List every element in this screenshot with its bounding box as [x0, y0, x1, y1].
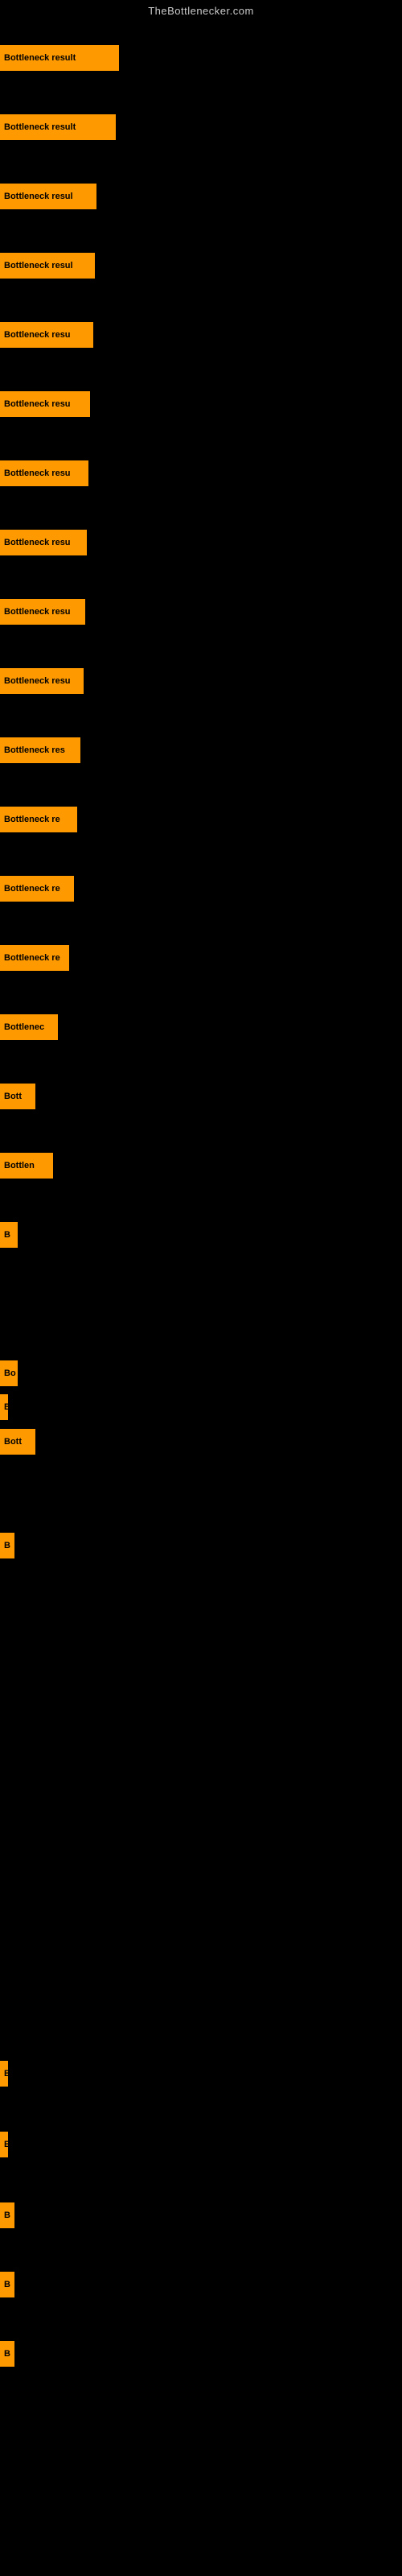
bar-row: Bottleneck resu: [0, 599, 85, 625]
bar-row: Bottleneck re: [0, 876, 74, 902]
bar-row: B: [0, 1394, 8, 1420]
bottleneck-result-label: Bottleneck result: [0, 45, 119, 71]
bottleneck-result-label: Bottleneck resu: [0, 322, 93, 348]
bar-row: Bottleneck res: [0, 737, 80, 763]
bar-row: B: [0, 2272, 14, 2297]
bar-row: B: [0, 2341, 14, 2367]
bar-row: Bottleneck resu: [0, 668, 84, 694]
bar-row: Bottleneck resul: [0, 184, 96, 209]
bar-row: Bottlenec: [0, 1014, 58, 1040]
bottleneck-result-label: Bottleneck resu: [0, 668, 84, 694]
bottleneck-result-label: Bottleneck resu: [0, 391, 90, 417]
bottleneck-result-label: B: [0, 2202, 14, 2228]
bottleneck-result-label: B: [0, 1222, 18, 1248]
bottleneck-result-label: Bottleneck resul: [0, 184, 96, 209]
bottleneck-result-label: B: [0, 2272, 14, 2297]
bottleneck-result-label: Bottleneck re: [0, 945, 69, 971]
bar-row: Bottleneck resu: [0, 460, 88, 486]
bar-row: B: [0, 2202, 14, 2228]
bottleneck-result-label: Bott: [0, 1084, 35, 1109]
bottleneck-result-label: B: [0, 2132, 8, 2157]
bar-row: Bottleneck re: [0, 807, 77, 832]
bar-row: Bottleneck resu: [0, 530, 87, 555]
bar-row: Bottleneck resul: [0, 253, 95, 279]
bar-row: B: [0, 2061, 8, 2087]
bar-row: B: [0, 1533, 14, 1558]
bar-row: B: [0, 2132, 8, 2157]
bar-row: Bottleneck result: [0, 114, 116, 140]
bar-row: Bottleneck resu: [0, 391, 90, 417]
bottleneck-result-label: B: [0, 2341, 14, 2367]
bar-row: B: [0, 1222, 18, 1248]
bar-row: Bottleneck re: [0, 945, 69, 971]
bottleneck-result-label: Bottleneck re: [0, 876, 74, 902]
bottleneck-result-label: Bottleneck resu: [0, 530, 87, 555]
bar-row: Bottleneck resu: [0, 322, 93, 348]
bottleneck-result-label: Bottleneck re: [0, 807, 77, 832]
bottleneck-result-label: Bo: [0, 1360, 18, 1386]
bottleneck-result-label: Bottleneck resul: [0, 253, 95, 279]
bottleneck-result-label: Bottleneck result: [0, 114, 116, 140]
bar-row: Bott: [0, 1084, 35, 1109]
bottleneck-result-label: Bott: [0, 1429, 35, 1455]
bottleneck-result-label: Bottlenec: [0, 1014, 58, 1040]
bottleneck-result-label: B: [0, 1533, 14, 1558]
bottleneck-result-label: B: [0, 1394, 8, 1420]
bottleneck-result-label: Bottlen: [0, 1153, 53, 1179]
site-title: TheBottlenecker.com: [0, 0, 402, 20]
bottleneck-result-label: B: [0, 2061, 8, 2087]
bar-row: Bottleneck result: [0, 45, 119, 71]
bottleneck-result-label: Bottleneck resu: [0, 460, 88, 486]
bar-row: Bottlen: [0, 1153, 53, 1179]
bar-row: Bo: [0, 1360, 18, 1386]
bar-row: Bott: [0, 1429, 35, 1455]
bottleneck-result-label: Bottleneck res: [0, 737, 80, 763]
bottleneck-result-label: Bottleneck resu: [0, 599, 85, 625]
